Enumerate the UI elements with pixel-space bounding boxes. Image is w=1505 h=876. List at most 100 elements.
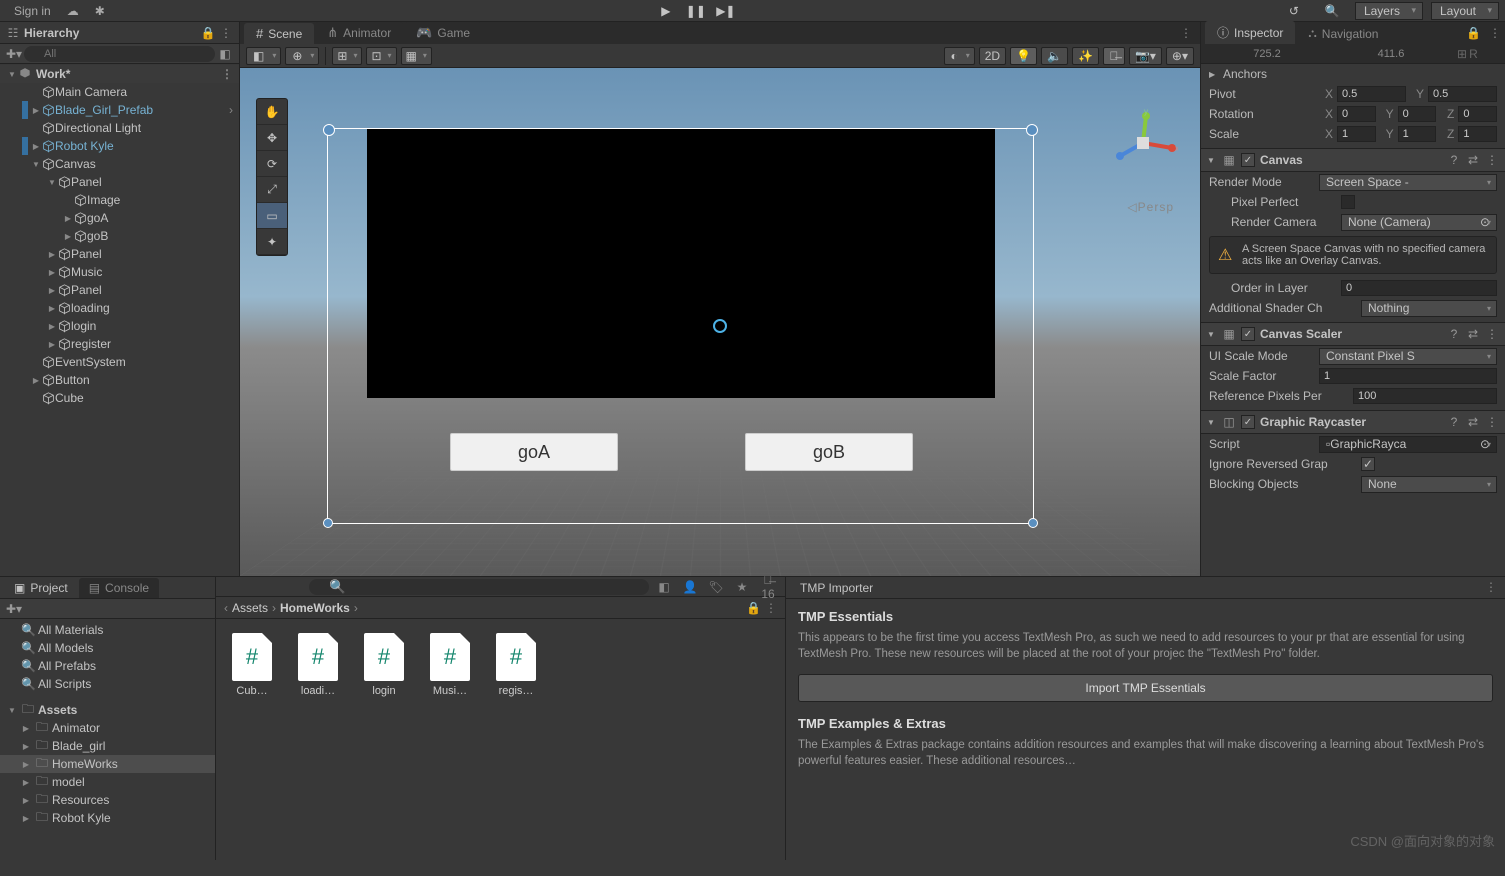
signin-button[interactable]: Sign in [6, 2, 59, 20]
project-assets-root[interactable]: ▼🗀Assets [0, 701, 215, 719]
cloud-icon[interactable]: ☁ [59, 2, 87, 20]
hierarchy-item[interactable]: ▶Blade_Girl_Prefab› [0, 101, 239, 119]
assets-grid[interactable]: #Cub…#loadi…#login#Musi…#regis… [216, 621, 785, 860]
create-asset-dropdown[interactable]: ✚▾ [4, 602, 24, 616]
play-button[interactable]: ▶ [651, 2, 681, 20]
comp-menu-icon[interactable]: ⋮ [1485, 415, 1499, 429]
rect-tool[interactable]: ▭ [257, 203, 287, 229]
hierarchy-item[interactable]: ▶goB [0, 227, 239, 245]
project-folder[interactable]: ▶🗀Animator [0, 719, 215, 737]
search-by-type-icon[interactable]: ◧ [215, 47, 235, 61]
scale-y-input[interactable] [1398, 126, 1437, 142]
hierarchy-item[interactable]: ▶Panel [0, 245, 239, 263]
rotation-z-input[interactable] [1458, 106, 1497, 122]
hierarchy-item[interactable]: ▼Panel [0, 173, 239, 191]
project-filter[interactable]: 🔍All Materials [0, 621, 215, 639]
hierarchy-item[interactable]: ▶Panel [0, 281, 239, 299]
tab-tmp-importer[interactable]: TMP Importer [790, 578, 883, 598]
pivot-y-input[interactable] [1428, 86, 1497, 102]
hierarchy-item[interactable]: Image [0, 191, 239, 209]
hierarchy-item[interactable]: ▶Button [0, 371, 239, 389]
crumb-assets[interactable]: Assets [232, 601, 268, 615]
preset-icon[interactable]: ⇄ [1466, 153, 1480, 167]
pivot-x-input[interactable] [1337, 86, 1406, 102]
asset-item[interactable]: #Musi… [426, 633, 474, 697]
blocking-objects-dropdown[interactable]: None [1361, 476, 1497, 493]
component-canvas-scaler-header[interactable]: ▼▦Canvas Scaler?⇄⋮ [1201, 322, 1505, 346]
project-tree[interactable]: 🔍All Materials🔍All Models🔍All Prefabs🔍Al… [0, 619, 215, 860]
render-mode-dropdown[interactable]: Screen Space - [1319, 174, 1497, 191]
grid-snap-dropdown[interactable]: ⊞ [332, 47, 362, 65]
ignore-reversed-checkbox[interactable]: ✓ [1361, 457, 1375, 471]
help-icon[interactable]: ? [1447, 415, 1461, 429]
draw-mode-dropdown[interactable]: ◧ [246, 47, 281, 65]
tab-project[interactable]: ▣Project [4, 578, 78, 598]
comp-menu-icon[interactable]: ⋮ [1485, 327, 1499, 341]
tab-console[interactable]: ▤Console [79, 578, 159, 598]
scale-factor-input[interactable] [1319, 368, 1497, 384]
tab-inspector[interactable]: ⓘInspector [1205, 21, 1295, 44]
lock-icon[interactable]: 🔒 [201, 26, 215, 40]
debug-draw-dropdown[interactable]: ◐ [944, 47, 975, 65]
tab-game[interactable]: 🎮Game [404, 22, 482, 44]
raycaster-enabled-checkbox[interactable] [1241, 415, 1255, 429]
crumb-homeworks[interactable]: HomeWorks [280, 601, 350, 615]
ref-pixels-input[interactable] [1353, 388, 1497, 404]
canvas-outline[interactable] [327, 128, 1034, 524]
favorite-filter-icon[interactable]: ★ [731, 580, 753, 594]
help-icon[interactable]: ? [1447, 327, 1461, 341]
undo-history-icon[interactable]: ↺ [1279, 2, 1309, 20]
lighting-icon[interactable]: 💡 [1010, 47, 1037, 65]
insp-menu-icon[interactable]: ⋮ [1485, 22, 1505, 44]
component-canvas-header[interactable]: ▼▦Canvas?⇄⋮ [1201, 148, 1505, 172]
tab-animator[interactable]: ⋔Animator [315, 22, 403, 44]
search-icon[interactable]: 🔍 [1317, 2, 1347, 20]
asset-item[interactable]: #loadi… [294, 633, 342, 697]
create-dropdown[interactable]: ✚▾ [4, 47, 24, 61]
scene-row[interactable]: ▼ Work* ⋮ [0, 65, 239, 83]
import-tmp-essentials-button[interactable]: Import TMP Essentials [798, 674, 1493, 702]
services-icon[interactable]: ✱ [87, 2, 113, 20]
hierarchy-item[interactable]: ▶loading [0, 299, 239, 317]
transform-tool[interactable]: ✦ [257, 229, 287, 255]
fx-icon[interactable]: ✨ [1072, 47, 1099, 65]
additional-shader-dropdown[interactable]: Nothing [1361, 300, 1497, 317]
pixel-perfect-checkbox[interactable] [1341, 195, 1355, 209]
gizmos-icon[interactable]: ⊕▾ [1166, 47, 1194, 65]
visibility-icon[interactable]: 👁̶ [1103, 47, 1125, 65]
scene-menu-icon[interactable]: ⋮ [221, 67, 233, 81]
move-tool[interactable]: ✥ [257, 125, 287, 151]
snap-grid-dropdown[interactable]: ▦ [401, 47, 432, 65]
hand-tool[interactable]: ✋ [257, 99, 287, 125]
script-field[interactable]: ▫GraphicRayca⊙ [1319, 436, 1497, 453]
btn-2d[interactable]: 2D [979, 47, 1006, 65]
assets-search-input[interactable] [309, 579, 649, 595]
hierarchy-item[interactable]: ▶Robot Kyle [0, 137, 239, 155]
component-graphic-raycaster-header[interactable]: ▼◫Graphic Raycaster?⇄⋮ [1201, 410, 1505, 434]
layers-dropdown[interactable]: Layers [1355, 2, 1423, 20]
hierarchy-item[interactable]: Main Camera [0, 83, 239, 101]
filter-by-label-icon[interactable]: 👤 [679, 580, 701, 594]
assets-lock-icon[interactable]: 🔒 [746, 601, 761, 615]
audio-icon[interactable]: 🔈 [1041, 47, 1068, 65]
orientation-gizmo[interactable]: x y [1108, 108, 1178, 178]
asset-item[interactable]: #regis… [492, 633, 540, 697]
preset-icon[interactable]: ⇄ [1466, 415, 1480, 429]
perspective-label[interactable]: ◁Persp [1127, 200, 1174, 214]
insp-lock-icon[interactable]: 🔒 [1462, 22, 1485, 44]
hierarchy-item[interactable]: EventSystem [0, 353, 239, 371]
tab-menu-icon[interactable]: ⋮ [1172, 22, 1200, 44]
project-folder[interactable]: ▶🗀Blade_girl [0, 737, 215, 755]
project-folder[interactable]: ▶🗀Resources [0, 791, 215, 809]
anchors-label[interactable]: Anchors [1223, 67, 1329, 81]
canvas-enabled-checkbox[interactable] [1241, 153, 1255, 167]
step-button[interactable]: ▶❚ [711, 2, 741, 20]
more-icon[interactable]: ⋮ [219, 26, 233, 40]
render-camera-field[interactable]: None (Camera)⊙ [1341, 214, 1497, 231]
rotation-x-input[interactable] [1337, 106, 1376, 122]
rotate-tool[interactable]: ⟳ [257, 151, 287, 177]
hierarchy-tree[interactable]: ▼ Work* ⋮ Main Camera▶Blade_Girl_Prefab›… [0, 64, 239, 576]
shading-dropdown[interactable]: ⊕ [285, 47, 319, 65]
hierarchy-item[interactable]: Cube [0, 389, 239, 407]
scale-x-input[interactable] [1337, 126, 1376, 142]
